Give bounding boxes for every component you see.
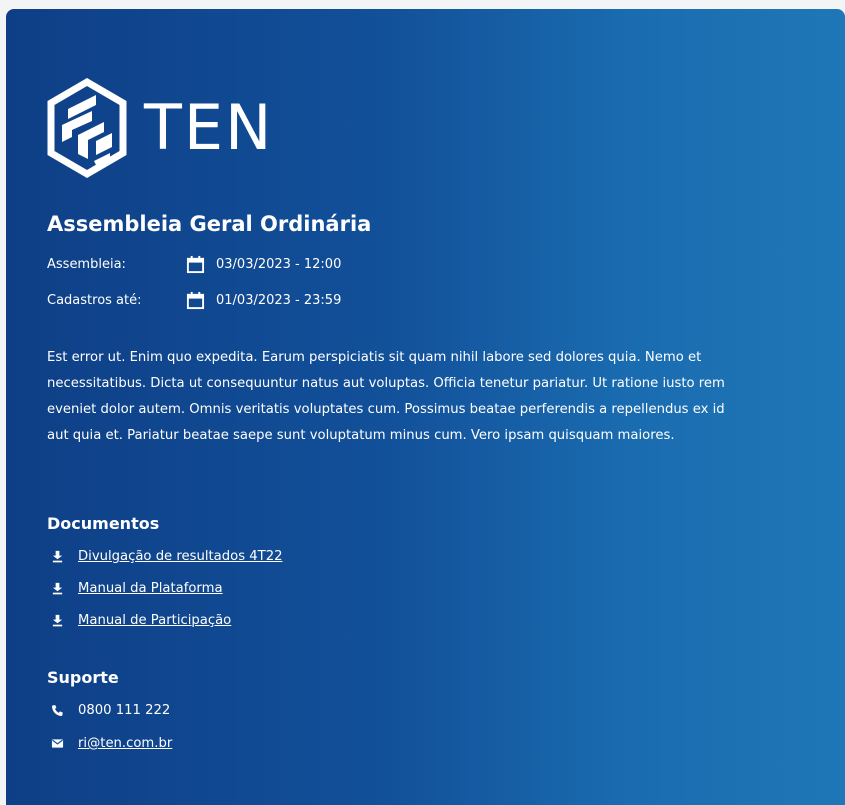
registration-deadline-label: Cadastros até: [47, 293, 142, 308]
support-phone-row: 0800 111 222 [51, 703, 170, 718]
ten-logo: TEN [46, 77, 273, 179]
support-email-link[interactable]: ri@ten.com.br [78, 736, 172, 751]
support-heading: Suporte [47, 668, 119, 687]
calendar-icon [186, 291, 205, 310]
support-phone: 0800 111 222 [78, 703, 171, 718]
phone-icon [52, 705, 63, 716]
assembly-date-row: Assembleia: 03/03/2023 - 12:00 [47, 255, 341, 274]
assembly-date-value: 03/03/2023 - 12:00 [216, 257, 342, 272]
support-email-row[interactable]: ri@ten.com.br [51, 736, 172, 751]
event-info-panel: TEN Assembleia Geral Ordinária Assemblei… [6, 9, 845, 805]
document-link-platform-manual[interactable]: Manual da Plataforma [51, 581, 223, 596]
document-link-label[interactable]: Divulgação de resultados 4T22 [78, 549, 282, 564]
document-link-results[interactable]: Divulgação de resultados 4T22 [51, 549, 282, 564]
download-icon [52, 550, 63, 563]
registration-deadline-row: Cadastros até: 01/03/2023 - 23:59 [47, 291, 341, 310]
assembly-date-label: Assembleia: [47, 257, 126, 272]
documents-heading: Documentos [47, 514, 160, 533]
download-icon [52, 582, 63, 595]
brand-name: TEN [144, 91, 274, 164]
mail-icon [51, 739, 64, 748]
download-icon [52, 614, 63, 627]
document-link-label[interactable]: Manual da Plataforma [78, 581, 223, 596]
ten-logo-mark-icon [47, 77, 127, 179]
meeting-description: Est error ut. Enim quo expedita. Earum p… [47, 350, 725, 443]
registration-deadline-value: 01/03/2023 - 23:59 [216, 293, 342, 308]
page-title: Assembleia Geral Ordinária [47, 212, 372, 236]
document-link-label[interactable]: Manual de Participação [78, 613, 231, 628]
calendar-icon [186, 255, 205, 274]
document-link-participation-manual[interactable]: Manual de Participação [51, 613, 231, 628]
